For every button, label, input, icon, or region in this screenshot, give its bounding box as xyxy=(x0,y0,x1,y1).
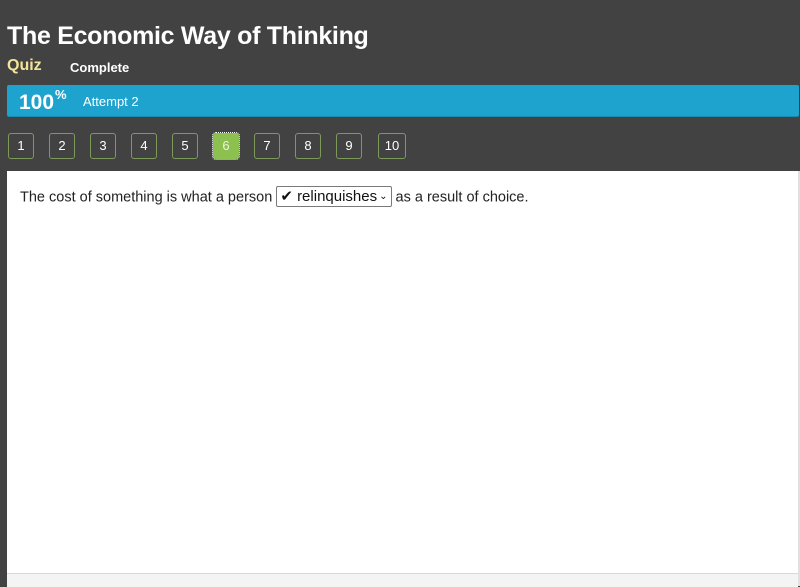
page-title: The Economic Way of Thinking xyxy=(7,22,369,50)
question-panel: The cost of something is what a person ✔… xyxy=(7,171,798,573)
question-button-4[interactable]: 4 xyxy=(131,133,157,159)
question-button-10[interactable]: 10 xyxy=(378,133,406,159)
correct-check-icon: ✔ xyxy=(280,188,293,205)
question-button-5[interactable]: 5 xyxy=(172,133,198,159)
question-text-before: The cost of something is what a person xyxy=(20,189,273,206)
answer-select[interactable]: ✔ relinquishes ⌄ xyxy=(276,186,392,207)
footer-bar xyxy=(7,573,798,587)
question-button-2[interactable]: 2 xyxy=(49,133,75,159)
question-text: The cost of something is what a person ✔… xyxy=(20,186,529,208)
question-text-after: as a result of choice. xyxy=(395,189,529,206)
score-number: 100 xyxy=(19,91,55,114)
selected-answer: relinquishes xyxy=(297,188,378,205)
score-bar: 100% Attempt 2 xyxy=(7,85,799,117)
quiz-label: Quiz xyxy=(7,57,42,74)
question-button-8[interactable]: 8 xyxy=(295,133,321,159)
question-button-3[interactable]: 3 xyxy=(90,133,116,159)
question-button-1[interactable]: 1 xyxy=(8,133,34,159)
chevron-down-icon: ⌄ xyxy=(379,191,388,202)
question-button-7[interactable]: 7 xyxy=(254,133,280,159)
attempt-label: Attempt 2 xyxy=(83,94,139,109)
score-value: 100% xyxy=(19,87,67,115)
score-unit: % xyxy=(55,87,67,102)
question-button-9[interactable]: 9 xyxy=(336,133,362,159)
question-button-6[interactable]: 6 xyxy=(212,132,240,160)
status-label: Complete xyxy=(70,60,130,75)
